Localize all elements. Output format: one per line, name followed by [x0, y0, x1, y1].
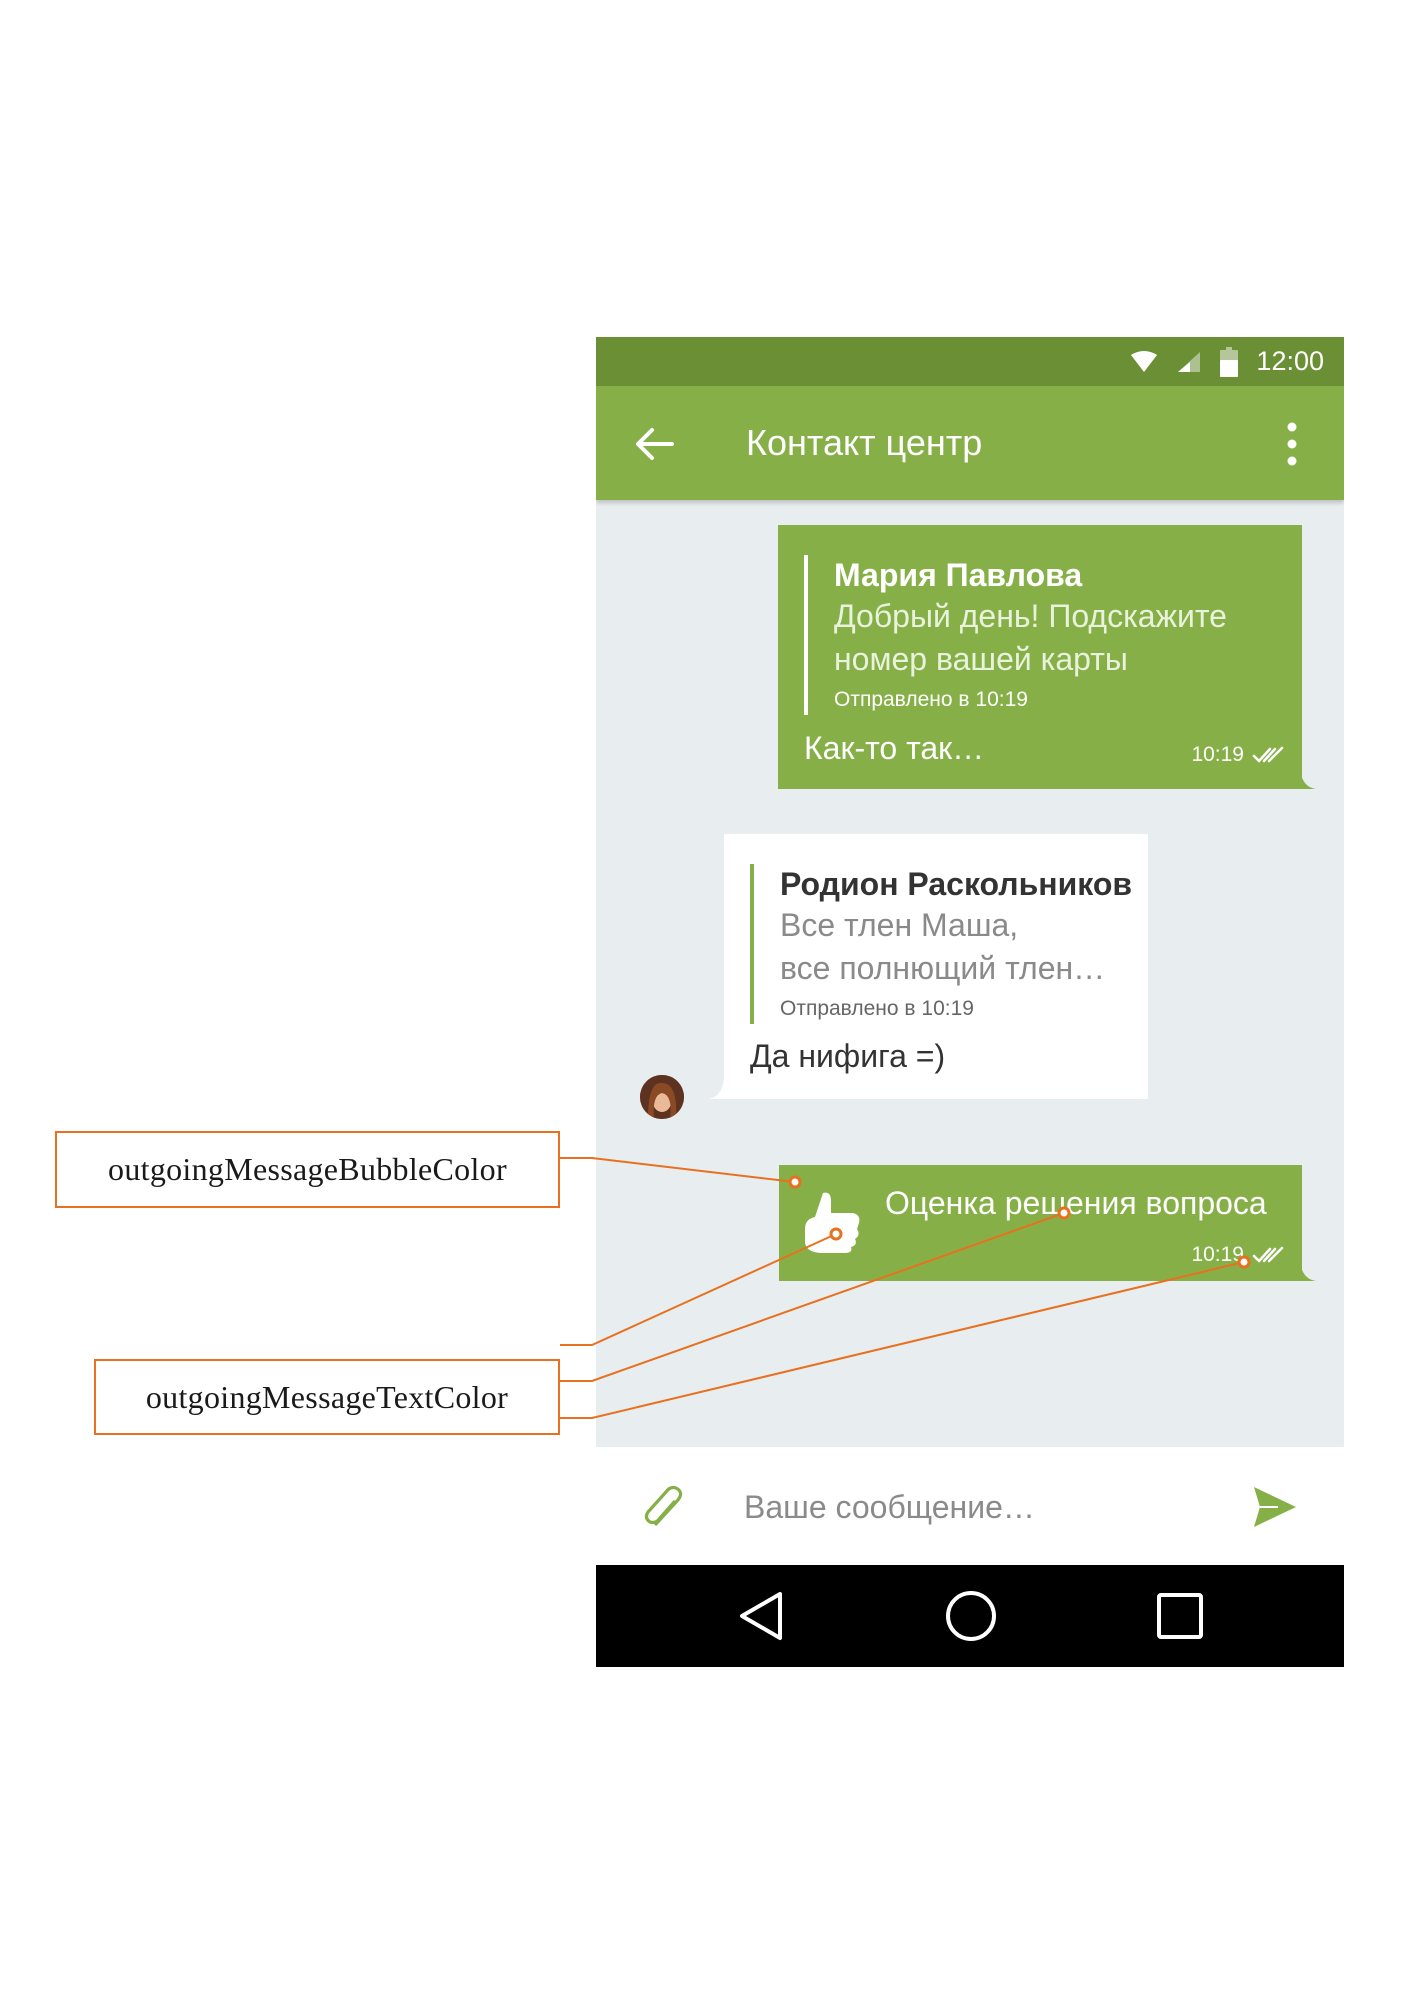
- quote-sent-time: Отправлено в 10:19: [834, 688, 1028, 711]
- message-time: 10:19: [1191, 743, 1244, 766]
- phone-screen: 12:00 Контакт центр Мария Павлова Добрый…: [596, 337, 1344, 1667]
- outgoing-message-bubble[interactable]: Мария Павлова Добрый день! Подскажите но…: [778, 525, 1302, 789]
- thumbs-up-icon[interactable]: [801, 1189, 863, 1257]
- message-text: Да нифига =): [750, 1038, 946, 1074]
- message-meta: 10:19: [1191, 1243, 1286, 1267]
- message-time: 10:19: [1191, 1243, 1244, 1266]
- app-bar: Контакт центр: [596, 386, 1344, 500]
- wifi-icon: [1131, 350, 1158, 372]
- signal-icon: [1178, 351, 1201, 372]
- nav-recents-icon[interactable]: [1154, 1590, 1206, 1642]
- reply-quote: Родион Раскольников Все тлен Маша, все п…: [750, 864, 1160, 1024]
- composer-bar: [596, 1447, 1344, 1565]
- double-check-icon: [1252, 746, 1284, 763]
- quote-author: Мария Павлова: [834, 557, 1083, 593]
- more-vert-icon[interactable]: [1284, 421, 1300, 467]
- send-icon[interactable]: [1252, 1485, 1298, 1529]
- message-input[interactable]: [742, 1477, 1226, 1537]
- status-time: 12:00: [1256, 346, 1324, 376]
- bubble-tail: [708, 1079, 724, 1099]
- status-bar: 12:00: [596, 337, 1344, 386]
- quote-sent-time: Отправлено в 10:19: [780, 997, 974, 1020]
- reply-quote: Мария Павлова Добрый день! Подскажите но…: [804, 555, 1274, 715]
- message-text: Оценка решения вопроса: [885, 1185, 1267, 1221]
- system-nav-bar: [596, 1565, 1344, 1667]
- nav-back-icon[interactable]: [736, 1590, 788, 1642]
- annotation-text-color: outgoingMessageTextColor: [94, 1359, 560, 1435]
- avatar[interactable]: [640, 1075, 684, 1119]
- quote-author: Родион Раскольников: [780, 866, 1133, 902]
- bubble-tail: [1300, 769, 1316, 789]
- back-arrow-icon[interactable]: [632, 422, 676, 466]
- page-title: Контакт центр: [746, 422, 983, 463]
- annotation-bubble-color-label: outgoingMessageBubbleColor: [108, 1151, 507, 1187]
- annotation-text-color-label: outgoingMessageTextColor: [145, 1378, 509, 1415]
- paperclip-icon[interactable]: [640, 1484, 686, 1530]
- quote-text-line-1: Все тлен Маша,: [780, 907, 1019, 943]
- double-check-icon: [1252, 1246, 1284, 1263]
- message-text: Как-то так…: [804, 730, 985, 766]
- quote-text-line-2: все полнющий тлен…: [780, 950, 1106, 986]
- outgoing-rating-bubble[interactable]: Оценка решения вопроса 10:19: [779, 1165, 1302, 1281]
- battery-icon: [1220, 346, 1239, 377]
- nav-home-icon[interactable]: [945, 1590, 997, 1642]
- message-meta: 10:19: [1191, 743, 1286, 767]
- quote-text: Добрый день! Подскажите номер вашей карт…: [834, 598, 1227, 677]
- incoming-message-bubble[interactable]: Родион Раскольников Все тлен Маша, все п…: [724, 834, 1148, 1099]
- bubble-tail: [1300, 1261, 1316, 1281]
- annotation-bubble-color: outgoingMessageBubbleColor: [55, 1131, 560, 1208]
